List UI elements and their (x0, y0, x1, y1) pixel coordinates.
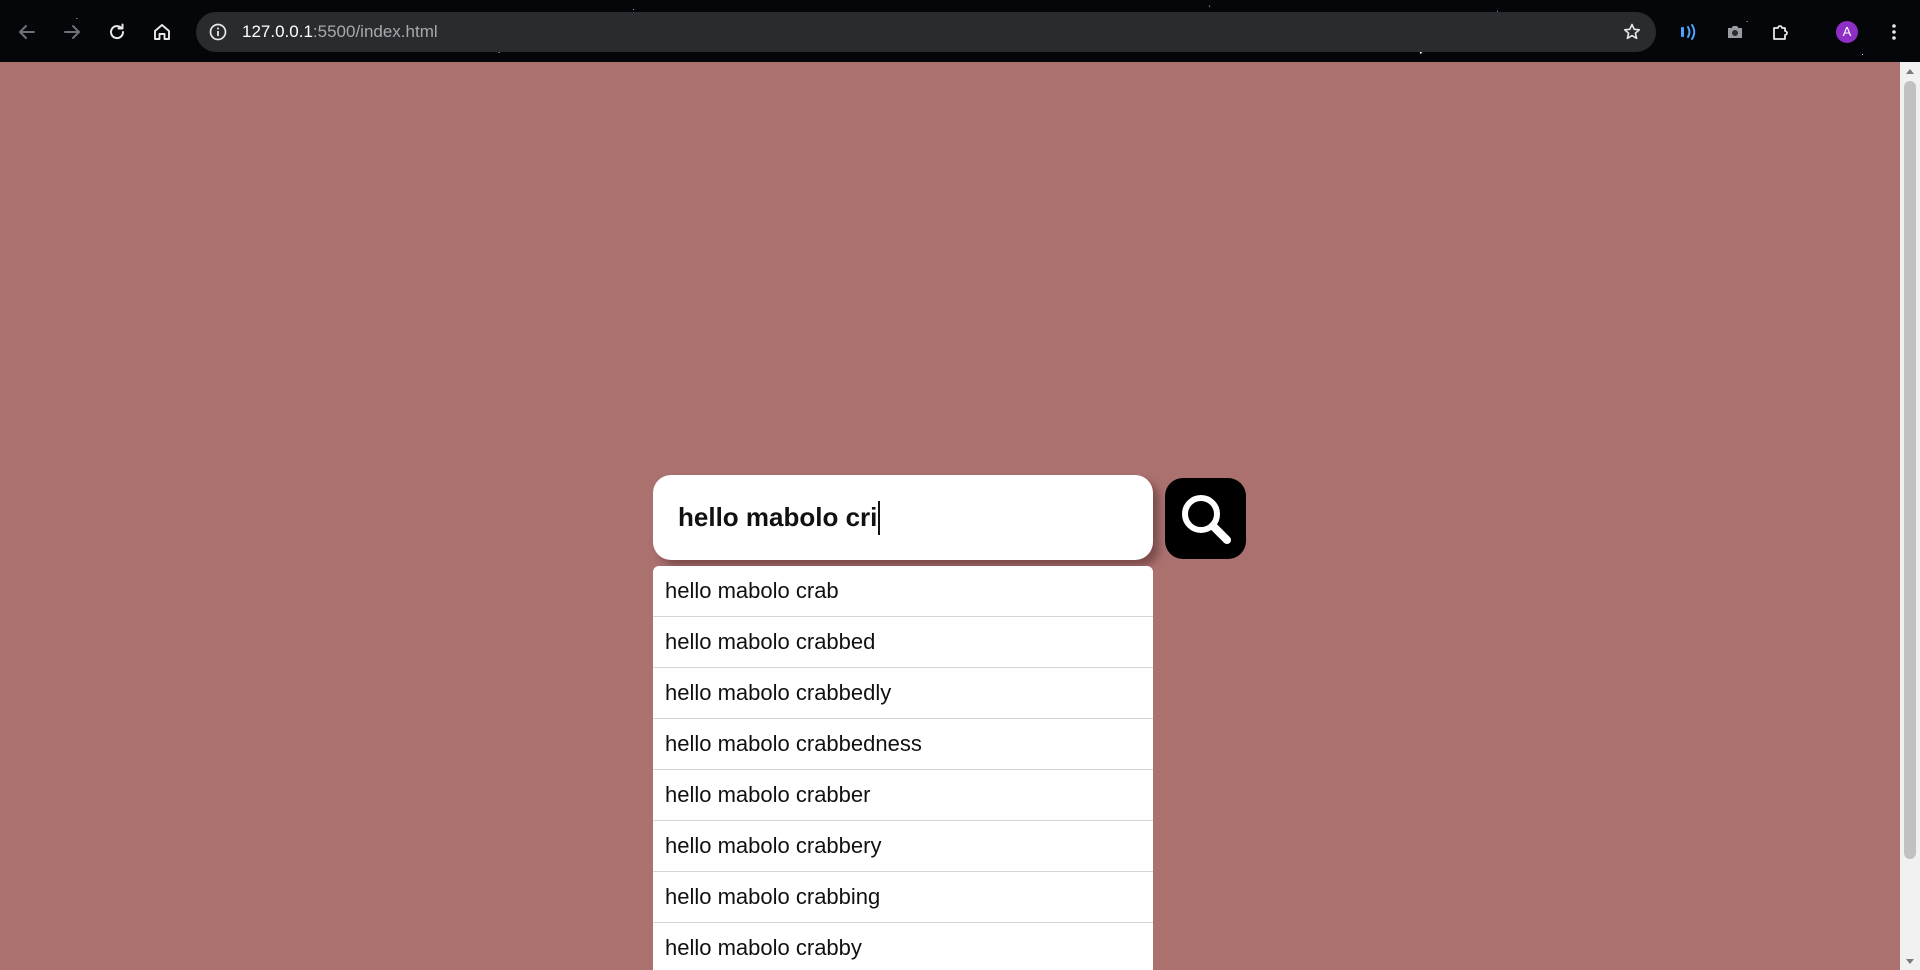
kebab-menu-icon (1892, 24, 1896, 40)
site-info-button[interactable] (204, 18, 232, 46)
suggestion-item[interactable]: hello mabolo crabbedly (653, 668, 1153, 719)
url-host: 127.0.0.1 (242, 22, 313, 41)
arrow-right-icon (64, 25, 80, 39)
suggestion-item[interactable]: hello mabolo crabbing (653, 872, 1153, 923)
arrow-left-icon (19, 25, 35, 39)
suggestion-item[interactable]: hello mabolo crabby (653, 923, 1153, 970)
search-button[interactable] (1165, 478, 1246, 559)
search-input-value: hello mabolo cri (678, 502, 878, 532)
suggestion-item[interactable]: hello mabolo crabbedness (653, 719, 1153, 770)
browser-toolbar: 127.0.0.1:5500/index.html A (0, 0, 1920, 62)
url-path: :5500/index.html (312, 22, 438, 41)
scroll-up-button[interactable] (1900, 62, 1920, 79)
browser-menu-button[interactable] (1876, 14, 1912, 50)
home-button[interactable] (144, 14, 180, 50)
back-button[interactable] (9, 14, 45, 50)
vertical-scrollbar[interactable] (1900, 62, 1920, 970)
reload-button[interactable] (99, 14, 135, 50)
extensions-button[interactable] (1763, 14, 1799, 50)
read-aloud-button[interactable] (1671, 14, 1707, 50)
url-text[interactable]: 127.0.0.1:5500/index.html (242, 22, 438, 42)
read-aloud-icon (1681, 24, 1696, 40)
home-icon (154, 24, 170, 40)
info-icon (209, 23, 227, 41)
page-viewport: hello mabolo cri hello mabolo crab hello… (0, 62, 1920, 970)
text-caret (878, 500, 881, 535)
suggestions-list: hello mabolo crab hello mabolo crabbed h… (653, 566, 1153, 970)
triangle-up-icon (1906, 68, 1914, 74)
reload-icon (110, 23, 125, 40)
star-icon (1623, 23, 1641, 40)
profile-avatar[interactable]: A (1836, 21, 1858, 43)
search-icon (1181, 494, 1231, 544)
screenshot-button[interactable] (1717, 14, 1753, 50)
browser-window: 127.0.0.1:5500/index.html A hello mabolo… (0, 0, 1920, 970)
address-bar[interactable]: 127.0.0.1:5500/index.html (196, 12, 1656, 52)
scrollbar-thumb[interactable] (1904, 81, 1916, 859)
suggestion-item[interactable]: hello mabolo crabbery (653, 821, 1153, 872)
suggestion-item[interactable]: hello mabolo crab (653, 566, 1153, 617)
camera-icon (1728, 26, 1742, 38)
scroll-down-button[interactable] (1900, 953, 1920, 970)
suggestion-item[interactable]: hello mabolo crabbed (653, 617, 1153, 668)
triangle-down-icon (1906, 958, 1914, 964)
search-input[interactable]: hello mabolo cri (653, 475, 1153, 560)
suggestion-item[interactable]: hello mabolo crabber (653, 770, 1153, 821)
bookmark-button[interactable] (1618, 18, 1646, 46)
forward-button[interactable] (54, 14, 90, 50)
puzzle-icon (1773, 25, 1788, 40)
